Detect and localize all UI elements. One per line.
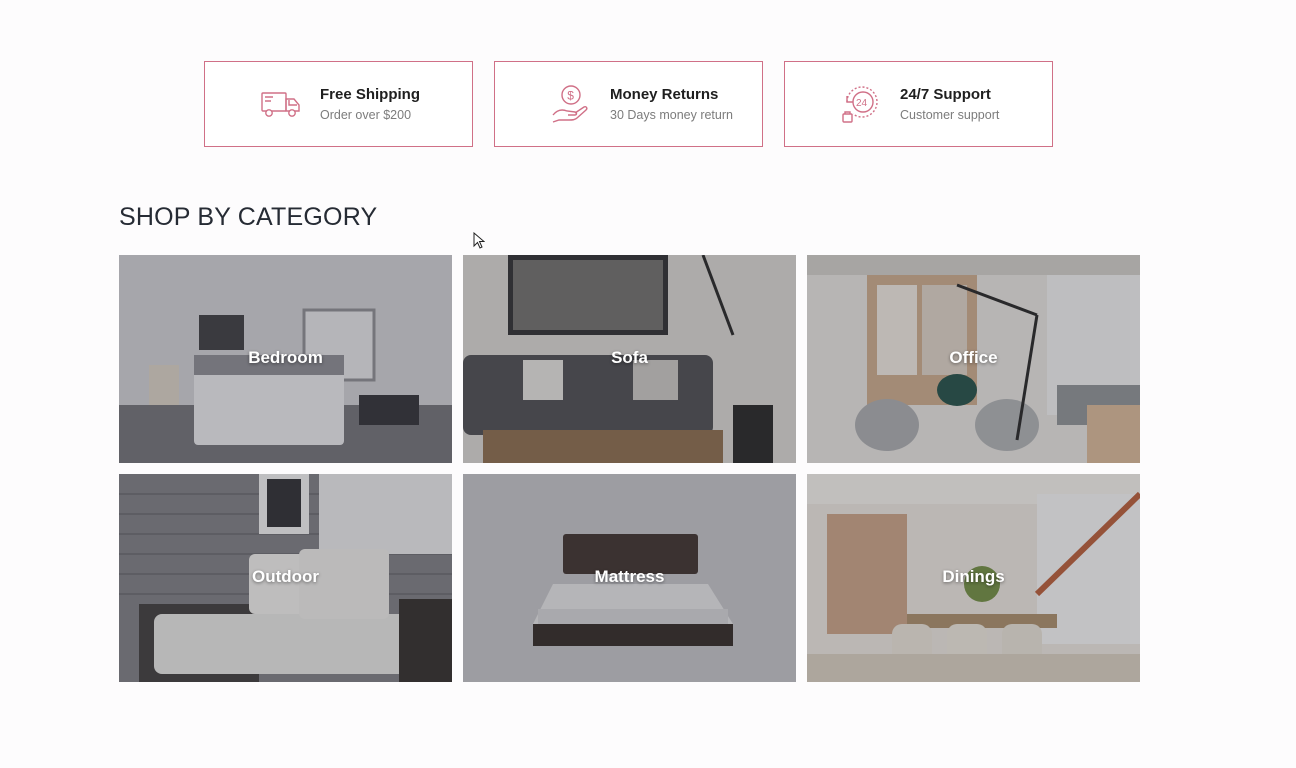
feature-title: Free Shipping — [320, 86, 421, 103]
features-row: Free Shipping Order over $200 $ Money Re… — [204, 61, 1053, 147]
category-tile-outdoor[interactable]: Outdoor — [119, 474, 452, 682]
feature-support: 24 24/7 Support Customer support — [784, 61, 1053, 147]
feature-free-shipping: Free Shipping Order over $200 — [204, 61, 473, 147]
feature-subtitle: 30 Days money return — [610, 108, 733, 122]
support-24-icon: 24 — [839, 82, 883, 126]
section-title: SHOP BY CATEGORY — [119, 203, 378, 231]
truck-icon — [259, 82, 303, 126]
category-label: Outdoor — [251, 567, 320, 586]
category-tile-mattress[interactable]: Mattress — [463, 474, 796, 682]
category-tile-office[interactable]: Office — [807, 255, 1140, 463]
money-hand-icon: $ — [549, 82, 593, 126]
svg-text:24: 24 — [856, 98, 868, 109]
category-tile-sofa[interactable]: Sofa — [463, 255, 796, 463]
category-label: Dinings — [942, 567, 1005, 586]
feature-title: 24/7 Support — [900, 86, 991, 103]
category-label: Bedroom — [248, 348, 323, 367]
category-label: Mattress — [594, 567, 665, 586]
feature-money-returns: $ Money Returns 30 Days money return — [494, 61, 763, 147]
feature-title: Money Returns — [610, 86, 719, 103]
page: Free Shipping Order over $200 $ Money Re… — [0, 0, 1296, 768]
category-grid: Bedroom Sofa Office Outdoor Mattress Din… — [119, 255, 1140, 682]
category-tile-dinings[interactable]: Dinings — [807, 474, 1140, 682]
feature-subtitle: Order over $200 — [320, 108, 412, 122]
feature-subtitle: Customer support — [900, 108, 1000, 122]
svg-text:$: $ — [567, 89, 574, 103]
category-label: Sofa — [611, 348, 648, 367]
category-label: Office — [949, 348, 998, 367]
mouse-cursor-icon — [473, 232, 485, 249]
category-tile-bedroom[interactable]: Bedroom — [119, 255, 452, 463]
